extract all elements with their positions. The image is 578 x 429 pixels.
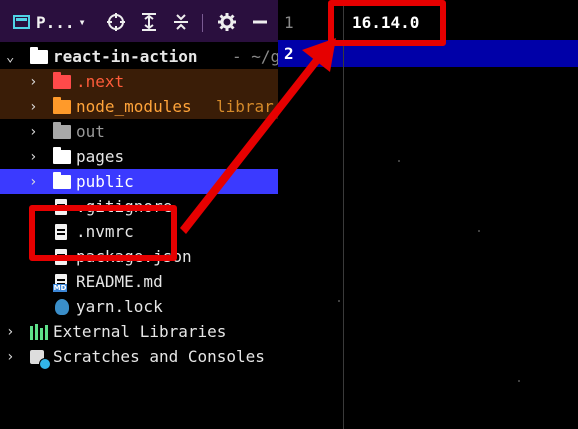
tree-item-label: .next [76,72,125,91]
folder-icon [30,46,48,64]
gear-icon[interactable] [218,12,236,32]
yarn-icon [55,298,69,315]
chevron-right-icon[interactable]: › [29,74,37,90]
tree-item-label: yarn.lock [76,297,163,316]
tree-item-suffix: librar [216,97,274,116]
project-view-selector[interactable]: P... ▾ [13,12,86,32]
tree-item-yarn-lock[interactable]: yarn.lock [0,294,278,319]
line-number: 1 [284,13,294,32]
tree-item-scratches[interactable]: › Scratches and Consoles [0,344,278,370]
chevron-down-icon: ▾ [78,15,86,29]
expand-all-icon[interactable] [141,12,157,32]
tree-item-node-modules[interactable]: › node_modules librar [0,94,278,119]
tree-item-out[interactable]: › out [0,119,278,144]
tree-item-label: out [76,122,105,141]
tree-root-react-in-action[interactable]: ⌄ react-in-action - ~/g [0,44,278,69]
crosshair-icon[interactable] [107,12,125,32]
chevron-right-icon[interactable]: › [6,324,14,340]
collapse-all-icon[interactable] [173,12,189,32]
scratches-icon [30,349,51,370]
tree-item-label: Scratches and Consoles [53,347,265,366]
tree-item-label: pages [76,147,125,166]
tree-item-next[interactable]: › .next [0,69,278,94]
tree-item-external-libraries[interactable]: › External Libraries [0,319,278,344]
project-toolbar: P... ▾ [0,0,278,42]
chevron-right-icon[interactable]: › [29,99,37,115]
tree-item-readme[interactable]: MD README.md [0,269,278,294]
chevron-right-icon[interactable]: › [29,124,37,140]
chevron-right-icon[interactable]: › [6,349,14,365]
gutter-divider [343,0,344,429]
folder-icon [53,146,71,164]
tree-item-public[interactable]: › public [0,169,278,194]
line-number: 2 [284,44,294,63]
library-icon [30,323,48,340]
chevron-right-icon[interactable]: › [29,174,37,190]
project-window-icon [13,15,30,29]
annotation-box-nvmrc [29,205,177,261]
tree-item-label: public [76,172,134,191]
folder-icon [53,121,71,139]
tree-item-label: External Libraries [53,322,227,341]
minimize-icon[interactable] [252,12,268,32]
chevron-right-icon[interactable]: › [29,149,37,165]
project-view-title: P... [36,12,75,32]
tree-item-label: README.md [76,272,163,291]
chevron-down-icon[interactable]: ⌄ [6,49,14,65]
tree-root-path: - ~/g [232,47,278,66]
folder-icon [53,71,71,89]
annotation-box-version [328,0,446,46]
tree-item-pages[interactable]: › pages [0,144,278,169]
tree-root-label: react-in-action [53,47,198,66]
folder-icon [53,96,71,114]
md-badge-icon: MD [53,284,67,292]
toolbar-divider [202,14,203,32]
tree-item-label: node_modules [76,97,192,116]
folder-icon [53,171,71,189]
